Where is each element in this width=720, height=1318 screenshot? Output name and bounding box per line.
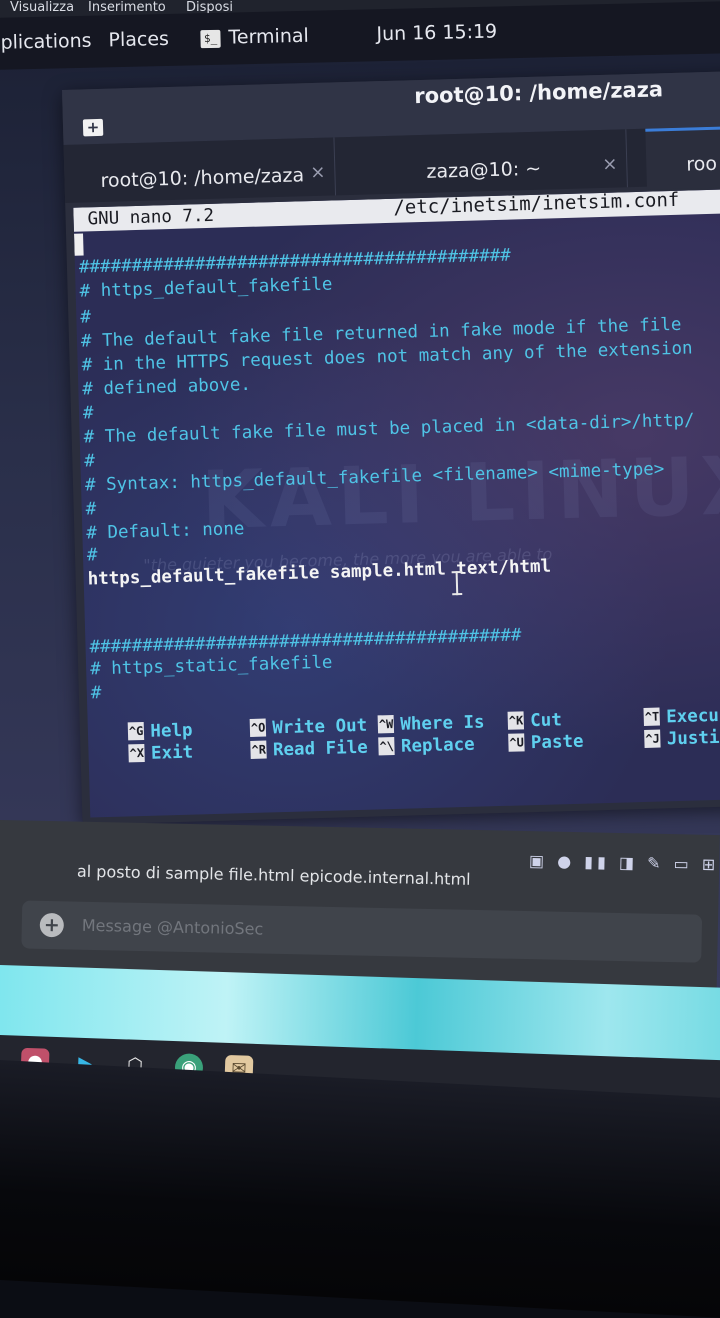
terminal-window: + root@10: /home/zaza root@10: /home/zaz… <box>62 70 720 825</box>
places-menu[interactable]: Places <box>108 28 169 51</box>
code-line: # defined above. <box>82 374 252 400</box>
shortcut-paste[interactable]: ^U Paste <box>508 732 584 754</box>
terminal-label: Terminal <box>228 24 310 49</box>
text-cursor <box>74 233 84 256</box>
code-line: # <box>84 451 96 472</box>
tab-label: roo <box>686 152 718 176</box>
code-line: # https_static_fakefile <box>89 652 333 680</box>
kali-watermark: KALI LINUX <box>200 438 720 548</box>
code-line: # <box>90 683 102 704</box>
shortcut-cut[interactable]: ^K Cut <box>507 710 562 732</box>
code-line: ########################################… <box>78 245 512 278</box>
tab-root-active[interactable]: roo <box>645 124 720 190</box>
chat-message: al posto di sample file.html epicode.int… <box>76 861 471 889</box>
shortcut-where-is[interactable]: ^W Where Is <box>377 712 485 735</box>
tab-close-icon[interactable]: × <box>602 154 618 175</box>
nano-version: GNU nano 7.2 <box>87 205 215 230</box>
code-line: # <box>85 499 97 520</box>
new-tab-icon[interactable]: + <box>82 118 104 137</box>
tab-root-home-zaza[interactable]: root@10: /home/zaza × <box>63 137 337 203</box>
window-title: root@10: /home/zaza <box>413 77 664 109</box>
tab-label: zaza@10: ~ <box>426 157 542 183</box>
message-placeholder: Message @AntonioSec <box>81 915 264 939</box>
screen: Visualizza Inserimento Disposi plication… <box>0 0 720 1130</box>
monitor-bezel <box>0 1060 720 1318</box>
code-line: # <box>86 545 98 566</box>
shortcut-read-file[interactable]: ^R Read File <box>250 738 368 761</box>
code-line: # The default fake file must be placed i… <box>83 410 695 448</box>
menu-visualizza[interactable]: Visualizza <box>10 0 74 15</box>
attach-plus-icon[interactable]: + <box>39 912 65 938</box>
terminal-launcher[interactable]: $_ Terminal <box>200 25 309 49</box>
applications-menu[interactable]: plications <box>0 30 91 54</box>
message-input[interactable]: + Message @AntonioSec <box>21 900 703 963</box>
shortcut-help[interactable]: ^G Help <box>127 721 193 743</box>
tab-zaza-home[interactable]: zaza@10: ~ × <box>333 129 628 196</box>
code-line: # https_default_fakefile <box>79 274 333 302</box>
tab-close-icon[interactable]: × <box>310 162 326 183</box>
shortcut-exit[interactable]: ^X Exit <box>128 743 193 765</box>
clock[interactable]: Jun 16 15:19 <box>376 21 497 46</box>
shortcut-justify[interactable]: ^J Justi <box>644 728 720 750</box>
menu-inserimento[interactable]: Inserimento <box>88 0 166 15</box>
shortcut-replace[interactable]: ^\ Replace <box>378 735 475 758</box>
tray-icons: ▣ ● ▮▮ ◨ ✎ ▭ ⊞ <box>528 851 720 875</box>
tab-label: root@10: /home/zaza <box>100 164 305 192</box>
code-line: # <box>82 403 94 424</box>
nano-editor[interactable]: GNU nano 7.2 /etc/inetsim/inetsim.conf K… <box>73 188 720 818</box>
shortcut-execute[interactable]: ^T Execu <box>643 706 719 728</box>
nano-filename: /etc/inetsim/inetsim.conf <box>393 188 680 219</box>
terminal-icon: $_ <box>200 29 221 49</box>
code-line: # <box>80 307 92 328</box>
shortcut-write-out[interactable]: ^O Write Out <box>249 716 367 739</box>
